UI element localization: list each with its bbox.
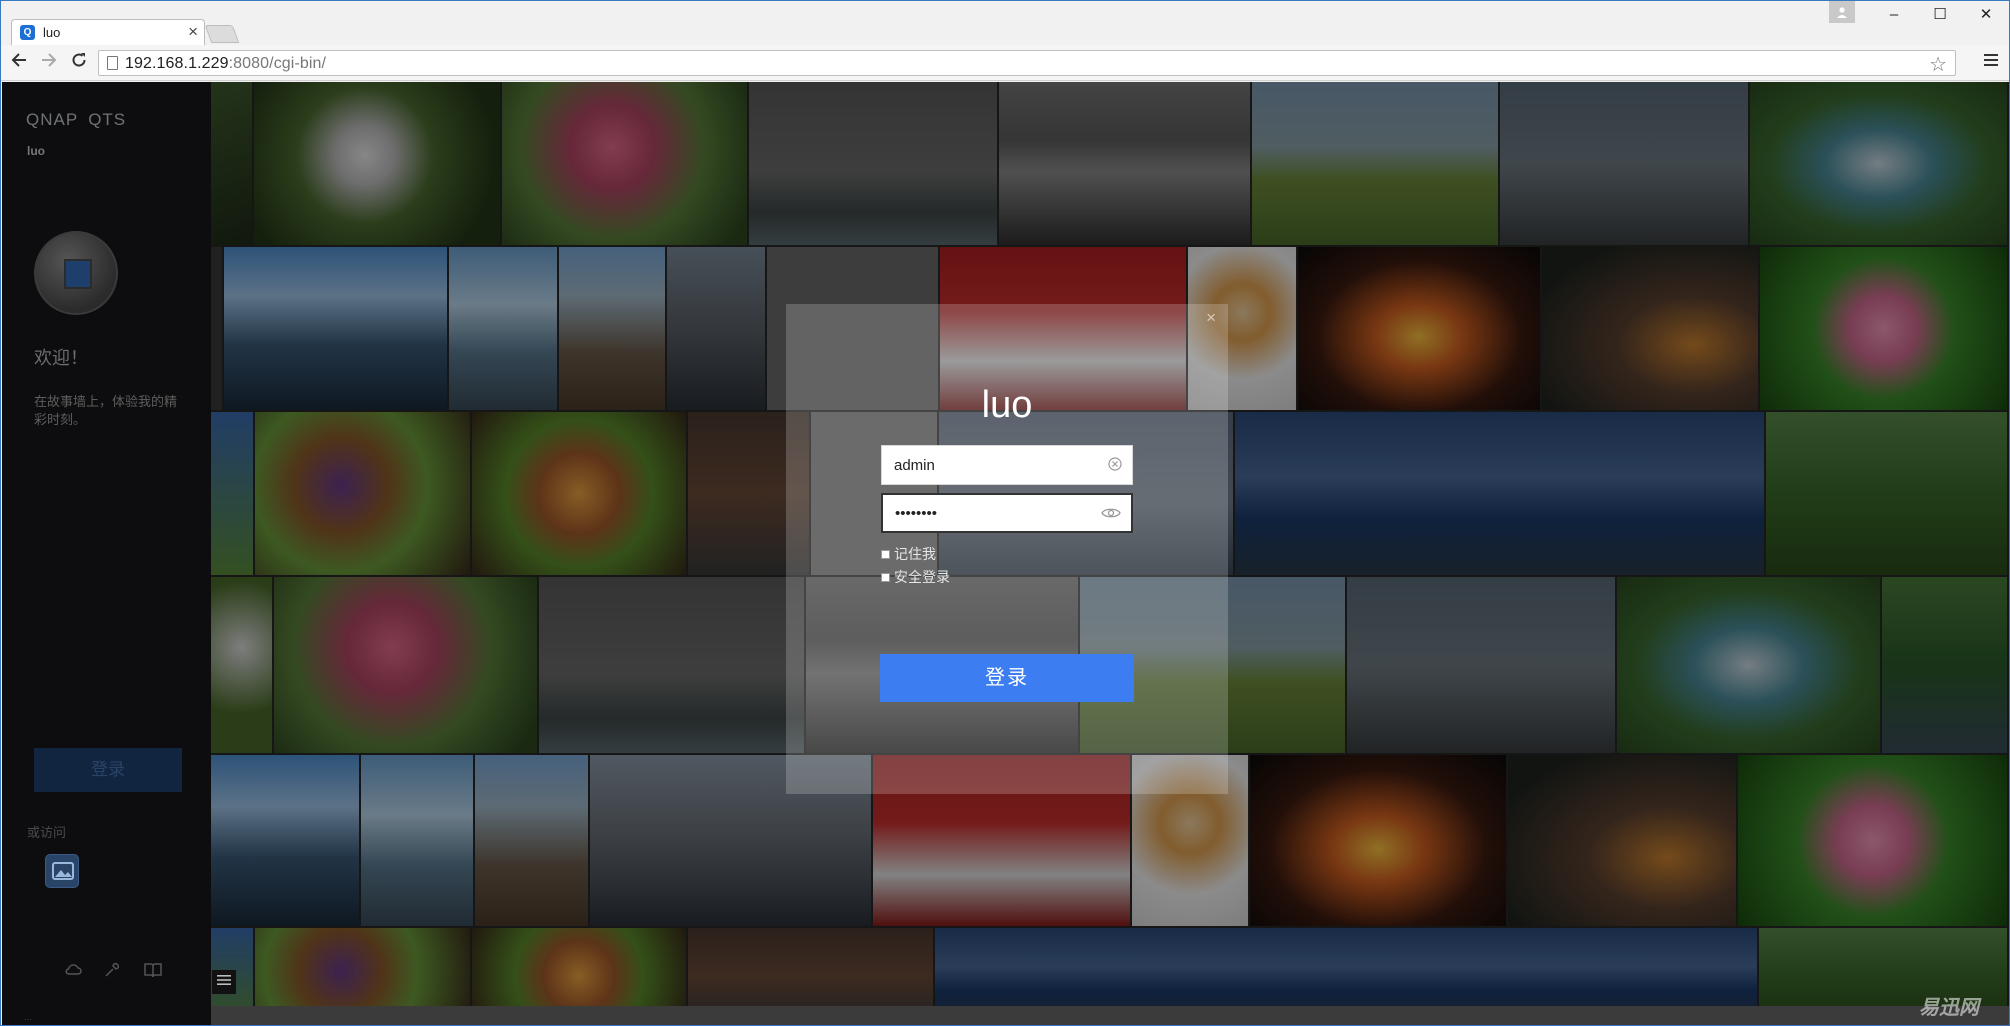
- page-icon: [107, 56, 118, 70]
- checkbox-box[interactable]: [881, 572, 890, 582]
- browser-tab[interactable]: Q luo ×: [11, 19, 205, 45]
- page-content: QNAPQTS luo 欢迎！ 在故事墙上，体验我的精彩时刻。 登录 或访问: [2, 82, 2009, 1025]
- reload-icon: [72, 53, 86, 67]
- dialog-close-icon[interactable]: ×: [1206, 308, 1216, 328]
- hamburger-icon[interactable]: [1983, 51, 1999, 74]
- arrow-left-icon: [11, 53, 26, 67]
- remember-me-checkbox[interactable]: 记住我: [881, 544, 936, 564]
- slogan-text: 在故事墙上，体验我的精彩时刻。: [34, 394, 178, 427]
- sidebar-login-button[interactable]: 登录: [34, 748, 182, 792]
- tools-icon[interactable]: [104, 962, 122, 978]
- star-icon[interactable]: ☆: [1929, 52, 1947, 77]
- cloud-icon[interactable]: [64, 962, 82, 978]
- clear-icon[interactable]: [1108, 457, 1122, 474]
- qnap-favicon-icon: Q: [20, 25, 35, 40]
- back-button[interactable]: [7, 51, 31, 75]
- close-window-button[interactable]: ✕: [1963, 1, 2009, 31]
- username-input[interactable]: [882, 446, 1132, 484]
- reload-button[interactable]: [67, 51, 91, 75]
- tab-close-icon[interactable]: ×: [188, 23, 198, 41]
- window-controls: – ☐ ✕: [1829, 1, 2009, 31]
- book-icon[interactable]: [144, 962, 162, 978]
- tab-title: luo: [43, 25, 61, 40]
- remember-me-label: 记住我: [894, 546, 936, 562]
- tab-strip: Q luo × – ☐ ✕: [1, 1, 2009, 45]
- photo-gallery-icon: [52, 862, 74, 880]
- sidebar-toggle-icon[interactable]: [212, 970, 236, 994]
- or-visit-label: 或访问: [27, 825, 67, 840]
- url-text: 192.168.1.229:8080/cgi-bin/: [125, 55, 327, 72]
- sidebar: QNAPQTS luo 欢迎！ 在故事墙上，体验我的精彩时刻。 登录 或访问: [2, 82, 211, 1025]
- photo-gallery-button[interactable]: [45, 854, 79, 888]
- browser-toolbar: 192.168.1.229:8080/cgi-bin/ ☆: [1, 45, 2009, 81]
- maximize-button[interactable]: ☐: [1917, 1, 1963, 31]
- sidebar-footer-text: ...: [24, 1012, 33, 1023]
- login-dialog: × luo 记住我 安全登录 登录: [786, 304, 1228, 794]
- sidebar-bottom-icons: [64, 962, 162, 978]
- secure-login-label: 安全登录: [894, 569, 950, 585]
- address-bar[interactable]: 192.168.1.229:8080/cgi-bin/ ☆: [98, 50, 1956, 76]
- login-button[interactable]: 登录: [880, 654, 1134, 702]
- bottom-strip: [211, 1006, 2009, 1025]
- browser-window: Q luo × – ☐ ✕ 192.168.1.229:8080/cgi-bin…: [0, 0, 2010, 1026]
- password-input[interactable]: [883, 495, 1131, 531]
- password-field[interactable]: [881, 493, 1133, 533]
- minimize-button[interactable]: –: [1871, 1, 1917, 31]
- nas-avatar: [34, 231, 118, 315]
- arrow-right-icon: [42, 53, 57, 67]
- watermark-logo: 易迅网: [1919, 997, 1979, 1019]
- nas-hostname: luo: [27, 144, 45, 158]
- secure-login-checkbox[interactable]: 安全登录: [881, 567, 950, 587]
- checkbox-box[interactable]: [881, 549, 890, 559]
- dialog-title: luo: [981, 384, 1033, 426]
- welcome-text: 欢迎！: [34, 348, 88, 368]
- username-field[interactable]: [881, 445, 1133, 485]
- profile-icon[interactable]: [1829, 1, 1855, 23]
- forward-button[interactable]: [37, 51, 61, 75]
- brand-logo: QNAP QTS: [26, 110, 127, 129]
- eye-icon[interactable]: [1101, 506, 1121, 523]
- nas-device-icon: [64, 259, 92, 289]
- new-tab-button[interactable]: [204, 25, 240, 43]
